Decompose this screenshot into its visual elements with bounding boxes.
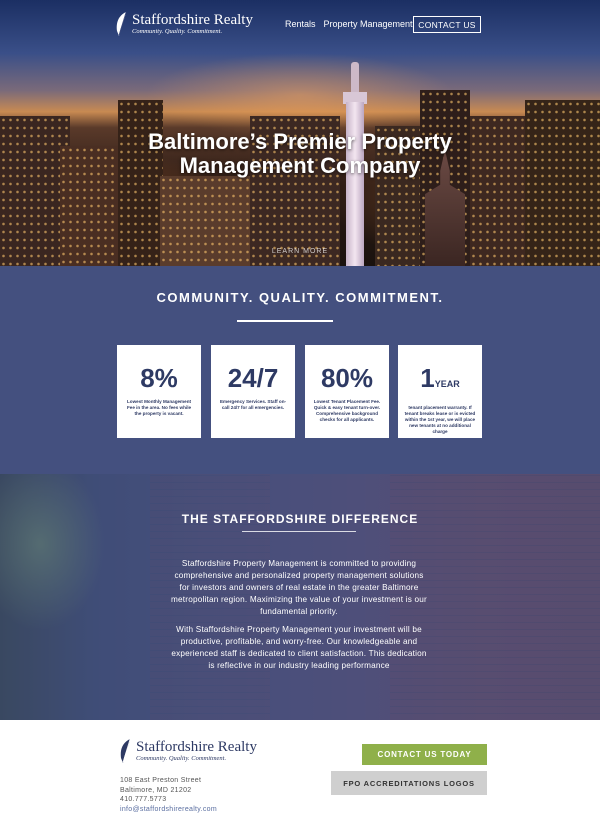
stat-card: 80% Lowest Tenant Placement Fee. Quick &… (305, 345, 389, 438)
stat-card: 8% Lowest Monthly Management Fee in the … (117, 345, 201, 438)
difference-heading: THE STAFFORDSHIRE DIFFERENCE (181, 512, 419, 526)
brand-name: Staffordshire Realty (132, 12, 253, 28)
divider (242, 531, 356, 532)
top-nav: Staffordshire Realty Community. Quality.… (0, 0, 600, 50)
accreditations-logos: FPO ACCREDITATIONS LOGOS (331, 771, 487, 795)
divider (237, 320, 333, 322)
address-line2: Baltimore, MD 21202 (120, 786, 192, 794)
contact-us-button[interactable]: CONTACT US (413, 16, 481, 33)
stat-value: 80% (320, 363, 374, 393)
stat-value: 24/7 (227, 363, 279, 393)
brand-name: Staffordshire Realty (136, 739, 257, 755)
footer-logo[interactable]: Staffordshire Realty Community. Quality.… (118, 738, 257, 764)
stat-description: tenant placement warranty. If tenant bre… (404, 405, 476, 434)
difference-paragraph-2: With Staffordshire Property Management y… (171, 625, 427, 670)
stat-value: 1 (420, 363, 435, 393)
feather-icon (120, 738, 131, 763)
hero-title-line2: Management Company (179, 153, 421, 178)
building (118, 100, 163, 266)
phone-number[interactable]: 410.777.5773 (120, 795, 217, 805)
brand-tagline: Community. Quality. Commitment. (132, 28, 223, 35)
difference-paragraph-1: Staffordshire Property Management is com… (171, 559, 427, 616)
stat-unit: YEAR (434, 379, 460, 389)
hero-section: Staffordshire Realty Community. Quality.… (0, 0, 600, 266)
stat-card: 24/7 Emergency Services. Staff on-call 2… (211, 345, 295, 438)
feather-icon (116, 11, 127, 36)
hero-title: Baltimore’s Premier Property Management … (0, 130, 600, 178)
nav-link-rentals[interactable]: Rentals (285, 19, 316, 29)
stats-section: COMMUNITY. QUALITY. COMMITMENT. 8% Lowes… (0, 266, 600, 474)
building (525, 100, 600, 266)
footer: Staffordshire Realty Community. Quality.… (0, 720, 600, 830)
stat-card: 1YEAR tenant placement warranty. If tena… (398, 345, 482, 438)
stat-description: Lowest Tenant Placement Fee. Quick & eas… (313, 399, 381, 422)
brand-tagline: Community. Quality. Commitment. (136, 755, 227, 762)
address-line1: 108 East Preston Street (120, 777, 202, 784)
nav-links: Rentals Property Management (285, 19, 413, 29)
brand-logo[interactable]: Staffordshire Realty Community. Quality.… (114, 11, 253, 37)
stat-description: Lowest Monthly Management Fee in the are… (126, 399, 192, 416)
difference-section: THE STAFFORDSHIRE DIFFERENCE Staffordshi… (0, 474, 600, 720)
nav-link-property-management[interactable]: Property Management (324, 19, 413, 29)
hero-title-line1: Baltimore’s Premier Property (148, 129, 452, 154)
contact-us-today-button[interactable]: CONTACT US TODAY (362, 744, 487, 765)
contact-info: 108 East Preston Street Baltimore, MD 21… (120, 776, 217, 814)
stats-heading: COMMUNITY. QUALITY. COMMITMENT. (156, 290, 444, 305)
learn-more-link[interactable]: LEARN MORE (0, 248, 600, 255)
email-link[interactable]: info@staffordshirerealty.com (120, 805, 217, 815)
stat-value: 8% (140, 363, 178, 393)
stat-description: Emergency Services. Staff on-call 24/7 f… (219, 399, 287, 410)
